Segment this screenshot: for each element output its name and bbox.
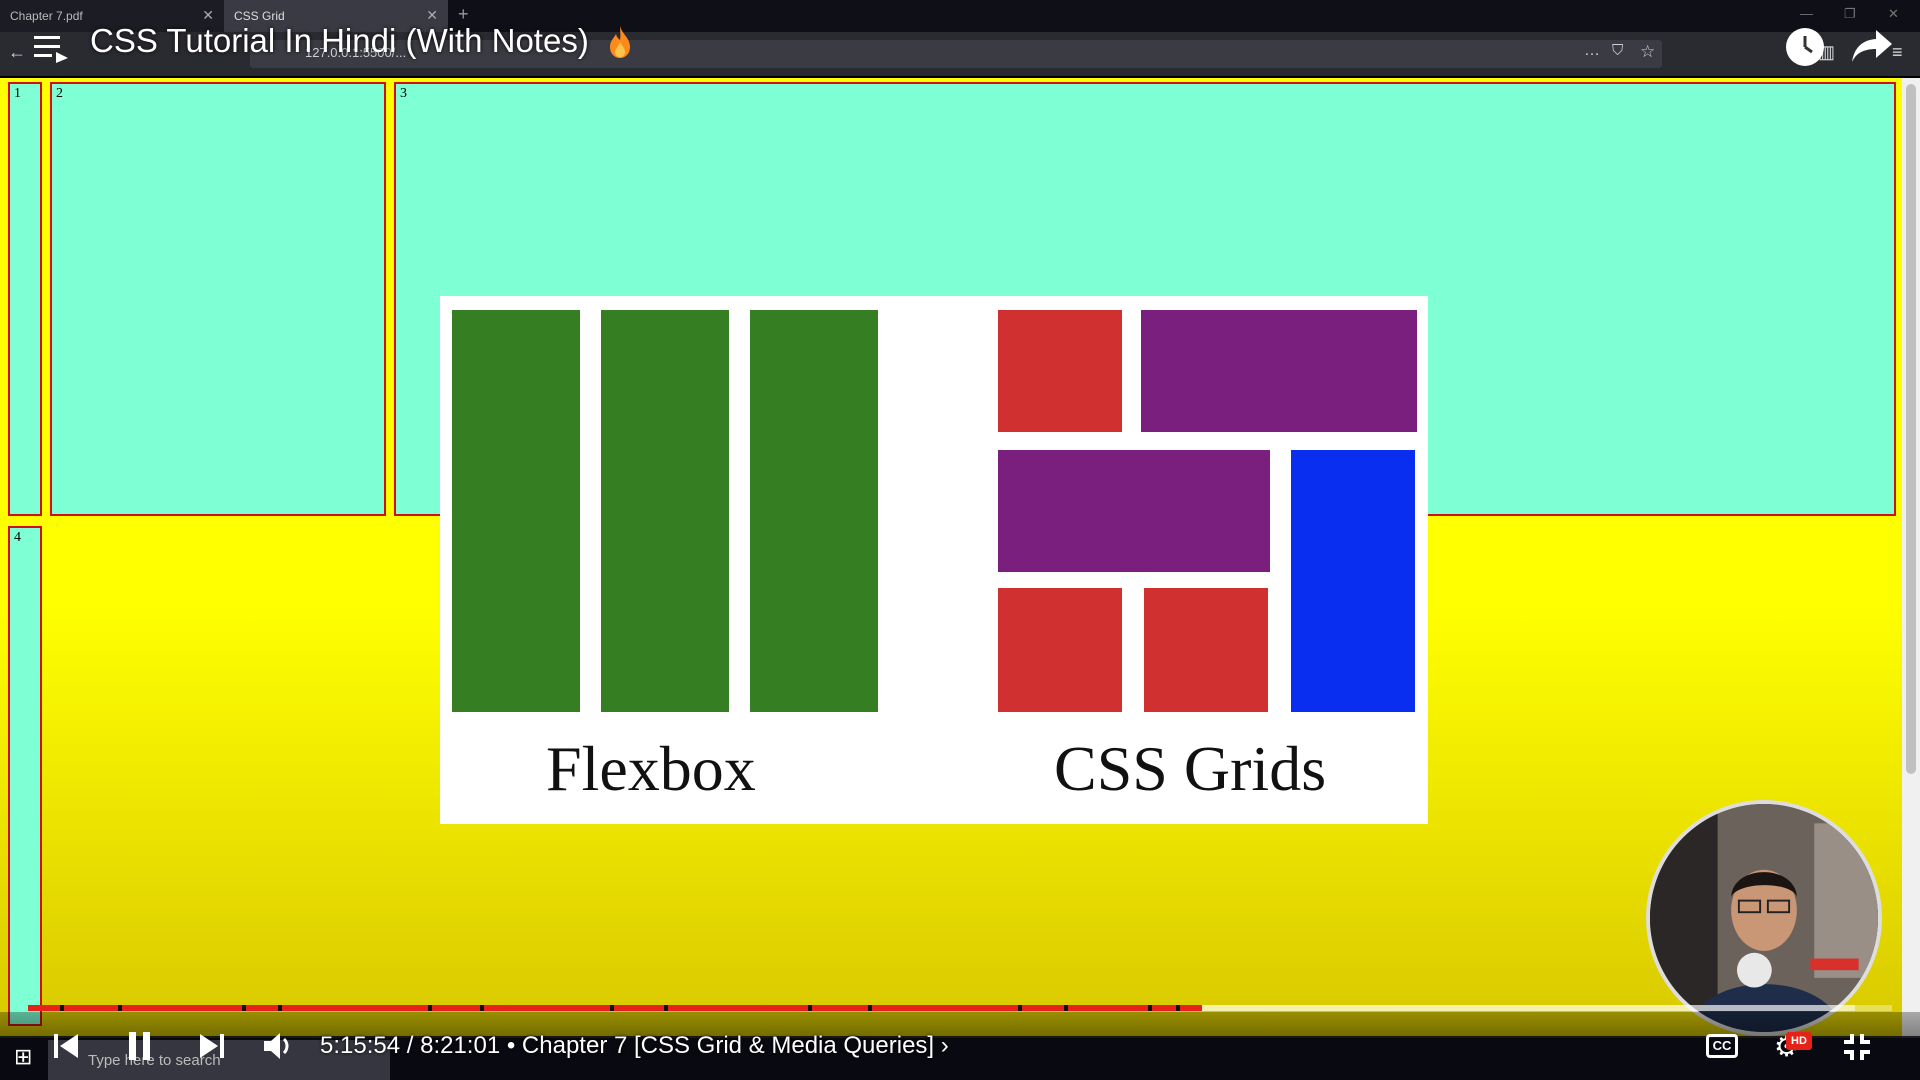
chapter-marker (1018, 1005, 1022, 1011)
window-close-icon[interactable]: ✕ (1888, 6, 1899, 22)
flexbox-vs-grid-image: Flexbox CSS Grids (440, 296, 1428, 824)
chapter-marker (610, 1005, 614, 1011)
flexbox-column (750, 310, 878, 712)
chapter-marker (808, 1005, 812, 1011)
restore-icon[interactable]: ❐ (1844, 6, 1856, 22)
chapter-marker (428, 1005, 432, 1011)
video-progress-bar[interactable] (28, 1005, 1892, 1011)
flexbox-column (452, 310, 580, 712)
grid-block-red (998, 588, 1122, 712)
tab-label: Chapter 7.pdf (10, 9, 83, 23)
grid-cell-number: 1 (14, 86, 21, 101)
windows-start-icon[interactable]: ⊞ (14, 1044, 32, 1070)
previous-icon[interactable] (52, 1030, 80, 1062)
grid-cell-4: 4 (8, 526, 42, 1026)
chapter-separator: • (506, 1032, 516, 1059)
watch-later-icon[interactable] (1786, 28, 1824, 66)
chapter-marker (1064, 1005, 1068, 1011)
chapter-marker (868, 1005, 872, 1011)
chapter-chevron-icon[interactable]: › (941, 1032, 949, 1059)
hd-badge: HD (1786, 1032, 1812, 1050)
grid-cell-1: 1 (8, 82, 42, 516)
playlist-icon[interactable] (34, 33, 70, 63)
pocket-icon[interactable]: ⛉ (1612, 42, 1623, 59)
video-title[interactable]: CSS Tutorial In Hindi (With Notes) (90, 22, 589, 60)
grid-block-red (998, 310, 1122, 432)
chapter-marker (242, 1005, 246, 1011)
grid-block-blue (1291, 450, 1415, 712)
grid-block-purple (998, 450, 1270, 572)
css-grids-label: CSS Grids (1054, 733, 1327, 804)
presenter-webcam (1646, 800, 1882, 1036)
scrollbar-thumb[interactable] (1906, 84, 1916, 774)
share-icon[interactable] (1850, 28, 1894, 64)
chapter-marker (60, 1005, 64, 1011)
chapter-marker (118, 1005, 122, 1011)
fire-emoji-icon (610, 26, 630, 58)
chapter-marker (664, 1005, 668, 1011)
minimize-icon[interactable]: — (1800, 6, 1813, 21)
grid-cell-number: 2 (56, 86, 63, 101)
grid-cell-number: 4 (14, 530, 21, 545)
current-time: 5:15:54 (320, 1032, 401, 1059)
next-icon[interactable] (198, 1030, 226, 1062)
chapter-marker (1148, 1005, 1152, 1011)
captions-button[interactable]: CC (1706, 1034, 1738, 1058)
bookmark-star-icon[interactable]: ☆ (1640, 42, 1655, 62)
grid-cell-number: 3 (400, 86, 407, 101)
progress-played (28, 1005, 1203, 1011)
total-time: 8:21:01 (420, 1032, 501, 1059)
chapter-marker (278, 1005, 282, 1011)
grid-block-red (1144, 588, 1268, 712)
flexbox-label: Flexbox (546, 733, 756, 804)
exit-fullscreen-icon[interactable] (1842, 1032, 1872, 1062)
flexbox-column (601, 310, 729, 712)
volume-icon[interactable] (262, 1030, 296, 1062)
chapter-marker (1176, 1005, 1180, 1011)
chapter-marker (480, 1005, 484, 1011)
page-actions-icon[interactable]: … (1584, 42, 1600, 60)
pause-icon[interactable] (126, 1030, 154, 1062)
tab-label: CSS Grid (234, 9, 285, 23)
grid-block-purple (1141, 310, 1417, 432)
back-icon[interactable]: ← (8, 42, 26, 63)
chapter-title[interactable]: Chapter 7 [CSS Grid & Media Queries] (522, 1032, 934, 1059)
video-time-and-chapter: 5:15:54 / 8:21:01 • Chapter 7 [CSS Grid … (320, 1032, 949, 1059)
grid-cell-2: 2 (50, 82, 386, 516)
